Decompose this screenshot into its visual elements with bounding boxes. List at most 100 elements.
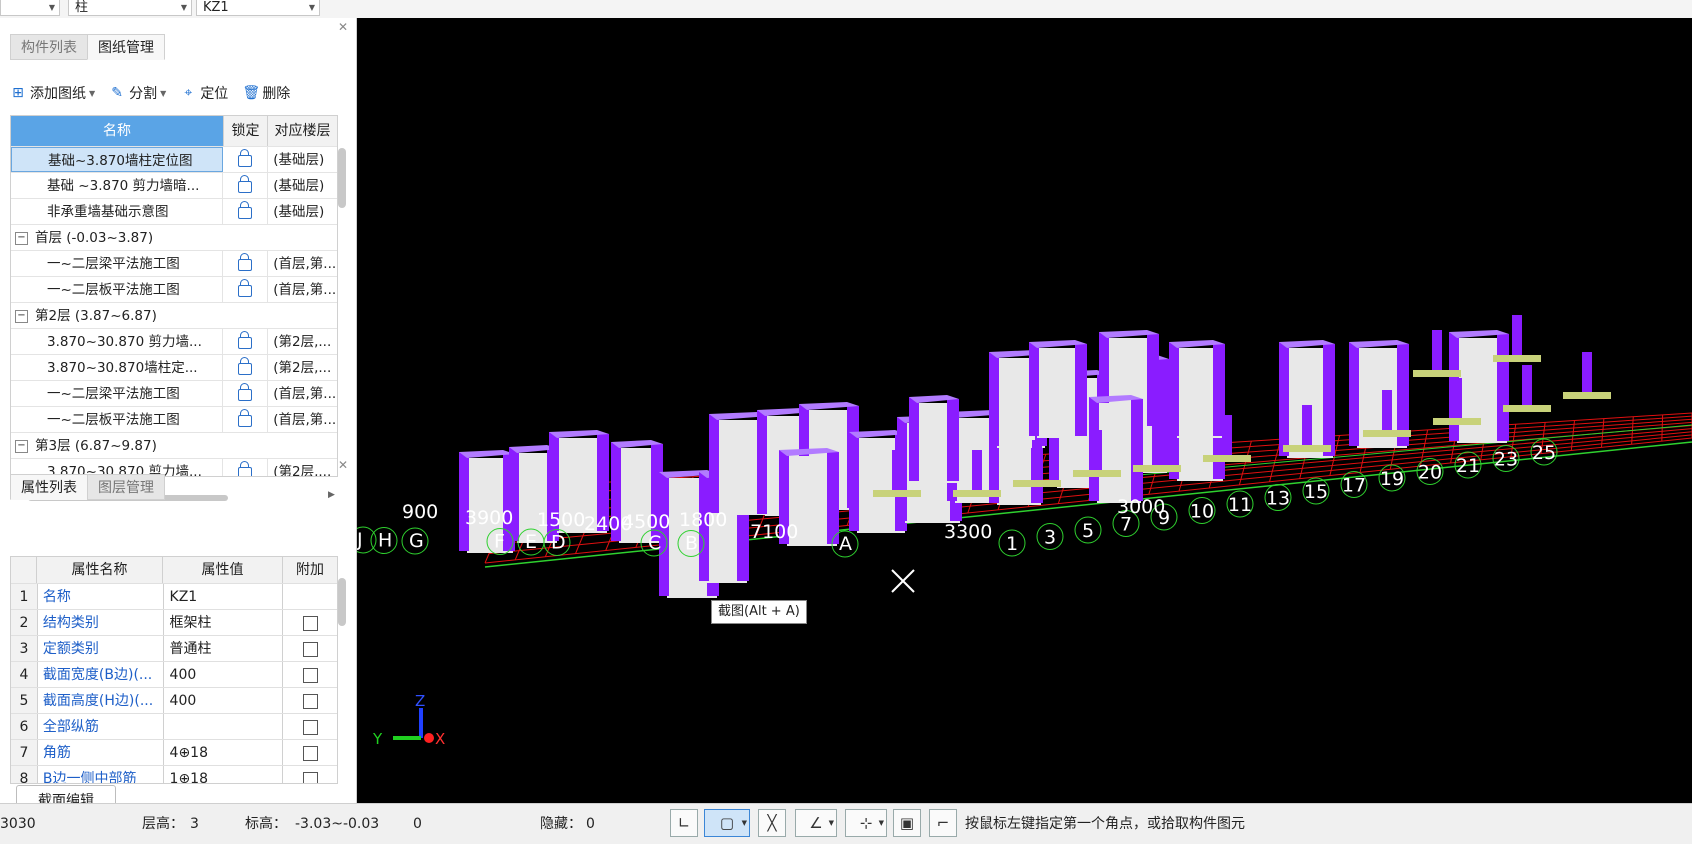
lock-toggle[interactable] [223,407,269,432]
delete-button[interactable]: 🗑 删除 [242,83,290,103]
locate-button[interactable]: ⌖ 定位 [180,83,228,103]
property-row[interactable]: 1 名称 KZ1 [11,583,337,609]
extra-checkbox[interactable] [302,771,318,783]
angle-button[interactable]: ∠ ▼ [795,809,837,837]
lock-toggle[interactable] [223,199,269,224]
property-row[interactable]: 7 角筋 4⊕18 [11,739,337,765]
lock-toggle[interactable] [223,147,269,172]
drawing-row[interactable]: 基础 ~3.870 剪力墙暗... (基础层) [11,172,337,198]
column-header-prop-name: 属性名称 [37,557,163,583]
column-header-name[interactable]: 名称 [11,116,224,146]
property-name: 名称 [38,584,164,609]
element-type-combo[interactable]: 柱 ▼ [68,0,192,16]
extra-checkbox[interactable] [302,667,318,683]
drawing-row[interactable]: 一~二层板平法施工图 (首层,第... [11,406,337,432]
axis-letter-label: F [494,531,505,553]
column-side [459,452,469,551]
drawing-name: 基础~3.870墙柱定位图 [11,147,224,172]
property-value[interactable]: 1⊕18 [164,766,284,783]
type-combo[interactable]: ▼ [0,0,60,16]
property-value[interactable] [164,714,284,739]
cross-select-button[interactable]: ╳ [758,809,786,837]
property-row[interactable]: 8 B边一侧中部筋 1⊕18 [11,765,337,783]
close-icon[interactable]: ✕ [338,20,348,34]
scroll-right-icon[interactable]: ▶ [328,490,335,500]
column-header-floor[interactable]: 对应楼层 [268,116,337,146]
split-button[interactable]: ✎ 分割 ▼ [109,83,166,103]
pillar-shaft [1512,315,1522,355]
extra-checkbox[interactable] [302,615,318,631]
close-icon[interactable]: ✕ [338,458,348,472]
dimension-label: 3000 [1117,496,1165,518]
display-button[interactable]: ▣ [893,809,921,837]
extra-checkbox[interactable] [302,641,318,657]
lock-toggle[interactable] [223,277,269,302]
extra-cell [283,714,337,739]
pillar [1503,365,1551,412]
extra-checkbox[interactable] [302,693,318,709]
drawing-row[interactable]: 一~二层梁平法施工图 (首层,第... [11,250,337,276]
collapse-icon[interactable]: − [15,310,28,323]
drawing-panel-tabs: 构件列表 图纸管理 [10,34,165,60]
tab-layer-management[interactable]: 图层管理 [87,474,165,500]
tab-component-list[interactable]: 构件列表 [10,34,88,60]
extra-checkbox[interactable] [302,745,318,761]
property-name: 截面宽度(B边)(... [38,662,164,687]
drawing-row[interactable]: 一~二层梁平法施工图 (首层,第... [11,380,337,406]
split-icon: ✎ [111,85,124,101]
select-box-button[interactable]: ▢ ▼ [704,809,750,837]
lock-toggle[interactable] [223,329,269,354]
base-pad [1493,355,1541,362]
property-value[interactable]: 400 [164,662,284,687]
ortho-button[interactable]: ∟ [670,809,698,837]
tab-property-list[interactable]: 属性列表 [10,474,88,500]
property-name: 全部纵筋 [38,714,164,739]
base-pad [953,490,1001,497]
lock-toggle[interactable] [223,173,269,198]
floor-group-row[interactable]: − 第3层 (6.87~9.87) [11,432,337,458]
collapse-icon[interactable]: − [15,232,28,245]
floor-group-row[interactable]: − 首层 (-0.03~3.87) [11,224,337,250]
property-value[interactable]: 普通柱 [164,636,284,661]
property-value[interactable]: 框架柱 [164,610,284,635]
base-pad [1203,455,1251,462]
dynamic-input-button[interactable]: ⌐ [929,809,957,837]
property-table-scrollbar[interactable] [338,578,346,626]
tab-drawing-management[interactable]: 图纸管理 [87,34,165,60]
3d-viewport[interactable]: 1 3 5 7 9 10 11 13 15 17 19 20 21 23 25 A B C D E F G H J 3300 71… [357,18,1692,803]
property-row[interactable]: 5 截面高度(H边)(... 400 [11,687,337,713]
drawing-row[interactable]: 非承重墙基础示意图 (基础层) [11,198,337,224]
element-name-combo[interactable]: KZ1 ▼ [196,0,320,16]
property-value[interactable]: 4⊕18 [164,740,284,765]
column-side [849,432,859,531]
drawing-row[interactable]: 3.870~30.870 剪力墙... (第2层,... [11,328,337,354]
property-row[interactable]: 4 截面宽度(B边)(... 400 [11,661,337,687]
property-value[interactable]: 400 [164,688,284,713]
snap-button[interactable]: ⊹ ▼ [845,809,887,837]
floor-group-row[interactable]: − 第2层 (3.87~6.87) [11,302,337,328]
extra-checkbox[interactable] [302,719,318,735]
property-value[interactable]: KZ1 [164,584,284,609]
drawing-row[interactable]: 基础~3.870墙柱定位图 (基础层) [11,146,337,172]
drawing-row[interactable]: 3.870~30.870墙柱定... (第2层,... [11,354,337,380]
lock-icon [238,253,253,271]
dynamic-input-icon: ⌐ [936,814,950,832]
lock-toggle[interactable] [223,381,269,406]
floor-group-label: 第2层 (3.87~6.87) [35,308,157,324]
property-row[interactable]: 2 结构类别 框架柱 [11,609,337,635]
3d-model-scene[interactable]: 1 3 5 7 9 10 11 13 15 17 19 20 21 23 25ABCDEFGHJ 330071… [357,18,1692,803]
lock-toggle[interactable] [223,459,269,476]
dimension-label: 2400 [584,513,632,535]
lock-toggle[interactable] [223,355,269,380]
column-block [1029,340,1087,438]
property-row[interactable]: 3 定额类别 普通柱 [11,635,337,661]
lock-toggle[interactable] [223,251,269,276]
drawing-table-scrollbar[interactable] [338,148,346,208]
column-header-lock[interactable]: 锁定 [224,116,268,146]
drawing-table-body: 基础~3.870墙柱定位图 (基础层) 基础 ~3.870 剪力墙暗... (基础层)… [11,146,337,476]
add-drawing-button[interactable]: ⊞ 添加图纸 ▼ [10,83,95,103]
collapse-icon[interactable]: − [15,440,28,453]
chevron-down-icon: ▼ [160,88,167,98]
property-row[interactable]: 6 全部纵筋 [11,713,337,739]
drawing-row[interactable]: 一~二层板平法施工图 (首层,第... [11,276,337,302]
